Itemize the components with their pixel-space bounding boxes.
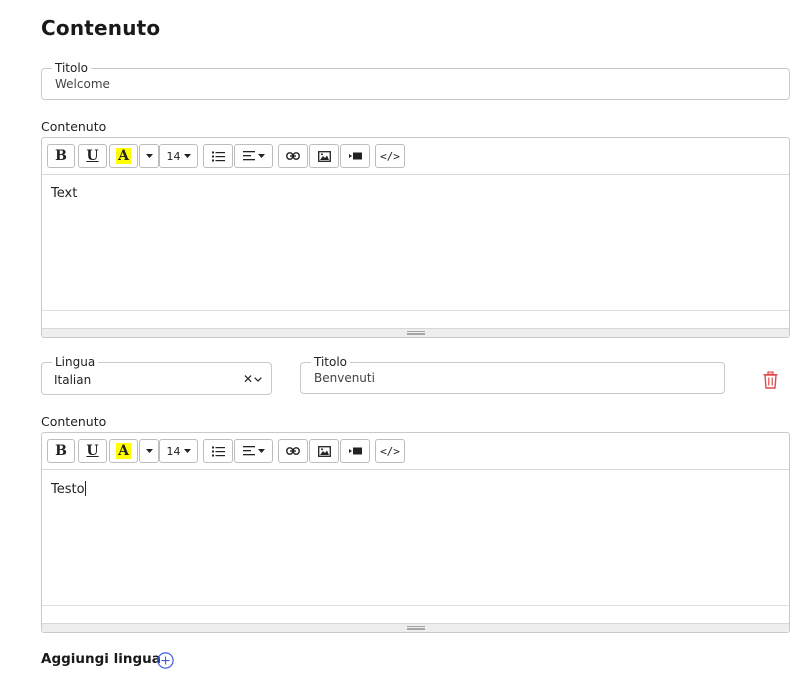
editor-toolbar: B U A 14 </>: [42, 433, 789, 470]
grip-icon: [406, 331, 425, 335]
section-title: Contenuto: [41, 16, 161, 40]
add-language-label[interactable]: Aggiungi lingua: [41, 651, 161, 667]
font-size-dropdown[interactable]: 14: [159, 144, 198, 168]
align-dropdown[interactable]: [234, 439, 273, 463]
content-label-default: Contenuto: [41, 119, 107, 134]
editor-content[interactable]: Testo: [42, 470, 789, 605]
link-icon: [286, 152, 300, 160]
underline-icon: U: [86, 443, 99, 459]
title-field-default[interactable]: Titolo Welcome: [41, 61, 790, 100]
dropdown-caret-icon: [257, 154, 265, 158]
title-field-translation[interactable]: Titolo Benvenuti: [300, 355, 725, 394]
video-button[interactable]: [340, 439, 370, 463]
add-circle-icon[interactable]: [157, 652, 174, 669]
list-icon: [211, 446, 225, 456]
editor-toolbar: B U A 14 </>: [42, 138, 789, 175]
title-value: Welcome: [55, 77, 110, 91]
video-icon: [348, 447, 362, 455]
bold-icon: B: [55, 443, 67, 459]
rich-text-editor-translation[interactable]: B U A 14 </> Testo: [41, 432, 790, 633]
content-label-translation: Contenuto: [41, 414, 107, 429]
underline-button[interactable]: U: [78, 439, 107, 463]
list-button[interactable]: [203, 439, 233, 463]
highlight-button[interactable]: A: [109, 439, 138, 463]
editor-resize-handle[interactable]: [42, 328, 789, 337]
font-size-dropdown[interactable]: 14: [159, 439, 198, 463]
highlight-dropdown-button[interactable]: [139, 439, 159, 463]
underline-icon: U: [86, 148, 99, 164]
dropdown-caret-icon: [145, 154, 153, 158]
image-button[interactable]: [309, 144, 339, 168]
bold-button[interactable]: B: [47, 439, 75, 463]
highlight-dropdown-button[interactable]: [139, 144, 159, 168]
bold-icon: B: [55, 148, 67, 164]
bold-button[interactable]: B: [47, 144, 75, 168]
link-button[interactable]: [278, 439, 308, 463]
language-select[interactable]: Lingua Italian: [41, 355, 272, 395]
title-label: Titolo: [52, 61, 92, 75]
dropdown-caret-icon: [257, 449, 265, 453]
dropdown-caret-icon: [183, 449, 191, 453]
editor-text: Testo: [51, 482, 85, 497]
image-icon: [317, 150, 331, 162]
title-value: Benvenuti: [314, 371, 375, 385]
font-size-value: 14: [166, 444, 181, 458]
editor-content[interactable]: Text: [42, 175, 789, 310]
align-dropdown[interactable]: [234, 144, 273, 168]
editor-statusbar: [42, 310, 789, 328]
language-value: Italian: [54, 373, 92, 387]
link-button[interactable]: [278, 144, 308, 168]
clear-icon[interactable]: ✕: [243, 372, 253, 386]
rich-text-editor-default[interactable]: B U A 14 </> Text: [41, 137, 790, 338]
grip-icon: [406, 626, 425, 630]
editor-resize-handle[interactable]: [42, 623, 789, 632]
code-icon: </>: [380, 149, 400, 163]
link-icon: [286, 447, 300, 455]
align-icon: [242, 151, 255, 161]
title-label: Titolo: [311, 355, 351, 369]
list-button[interactable]: [203, 144, 233, 168]
image-button[interactable]: [309, 439, 339, 463]
video-button[interactable]: [340, 144, 370, 168]
font-size-value: 14: [166, 149, 181, 163]
code-view-button[interactable]: </>: [375, 439, 405, 463]
dropdown-caret-icon: [145, 449, 153, 453]
editor-text: Text: [51, 186, 78, 201]
align-icon: [242, 446, 255, 456]
chevron-down-icon[interactable]: [254, 377, 262, 382]
code-view-button[interactable]: </>: [375, 144, 405, 168]
language-select-controls: ✕: [243, 372, 262, 386]
text-caret: [84, 481, 86, 496]
dropdown-caret-icon: [183, 154, 191, 158]
language-label: Lingua: [52, 355, 99, 369]
highlight-icon: A: [116, 443, 131, 459]
image-icon: [317, 445, 331, 457]
editor-statusbar: [42, 605, 789, 623]
trash-icon[interactable]: [762, 371, 779, 389]
underline-button[interactable]: U: [78, 144, 107, 168]
highlight-icon: A: [116, 148, 131, 164]
code-icon: </>: [380, 444, 400, 458]
list-icon: [211, 151, 225, 161]
highlight-button[interactable]: A: [109, 144, 138, 168]
video-icon: [348, 152, 362, 160]
